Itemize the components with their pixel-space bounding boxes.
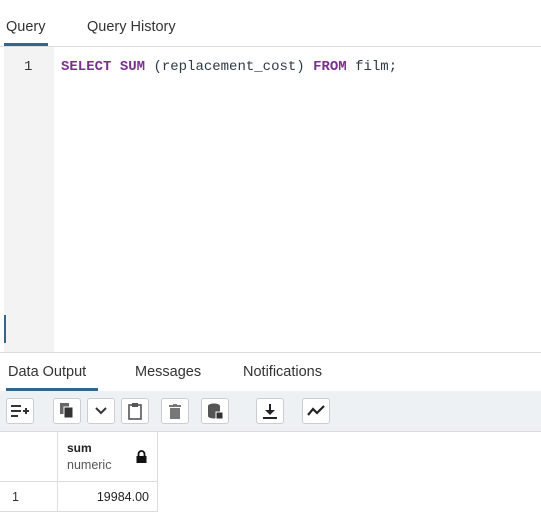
row-number[interactable]: 1 [0, 482, 58, 512]
code-arguments: (replacement_cost) [145, 59, 314, 75]
column-header-sum[interactable]: sum numeric [58, 432, 158, 482]
editor-tabs: Query Query History [0, 8, 541, 47]
add-row-button[interactable] [6, 398, 34, 424]
save-data-button[interactable] [201, 398, 229, 424]
tab-query-history[interactable]: Query History [87, 8, 176, 46]
keyword-from: FROM [313, 59, 347, 75]
copy-button[interactable] [53, 398, 81, 424]
add-row-icon [11, 405, 29, 417]
editor-resize-marker [4, 315, 6, 343]
graph-visualiser-button[interactable] [302, 398, 330, 424]
result-cell[interactable]: 19984.00 [58, 482, 158, 512]
line-number: 1 [24, 59, 33, 75]
tab-messages[interactable]: Messages [135, 353, 201, 391]
top-clipped-strip [0, 0, 541, 8]
sql-code-line[interactable]: SELECT SUM (replacement_cost) FROM film; [61, 59, 397, 75]
output-tabs: Data Output Messages Notifications [0, 352, 541, 392]
column-type: numeric [67, 458, 112, 472]
delete-button[interactable] [161, 398, 189, 424]
save-data-icon [208, 403, 223, 419]
download-icon [263, 403, 277, 419]
download-button[interactable] [256, 398, 284, 424]
tab-data-output[interactable]: Data Output [6, 353, 99, 391]
copy-icon [60, 403, 74, 419]
paste-button[interactable] [121, 398, 149, 424]
keyword-select: SELECT [61, 59, 112, 75]
results-toolbar [0, 391, 541, 432]
column-name: sum [67, 441, 92, 455]
lock-icon [136, 450, 147, 463]
tab-query[interactable]: Query [4, 8, 48, 46]
grid-corner-cell[interactable] [0, 432, 58, 482]
tab-notifications[interactable]: Notifications [243, 353, 322, 391]
code-table: film; [346, 59, 398, 75]
copy-options-dropdown[interactable] [87, 398, 115, 424]
query-editor[interactable]: 1 SELECT SUM (replacement_cost) FROM fil… [0, 47, 541, 352]
keyword-sum: SUM [119, 59, 146, 75]
paste-icon [128, 402, 142, 420]
chevron-down-icon [95, 407, 107, 415]
graph-icon [307, 405, 325, 416]
delete-icon [169, 403, 181, 419]
line-gutter [4, 47, 54, 352]
